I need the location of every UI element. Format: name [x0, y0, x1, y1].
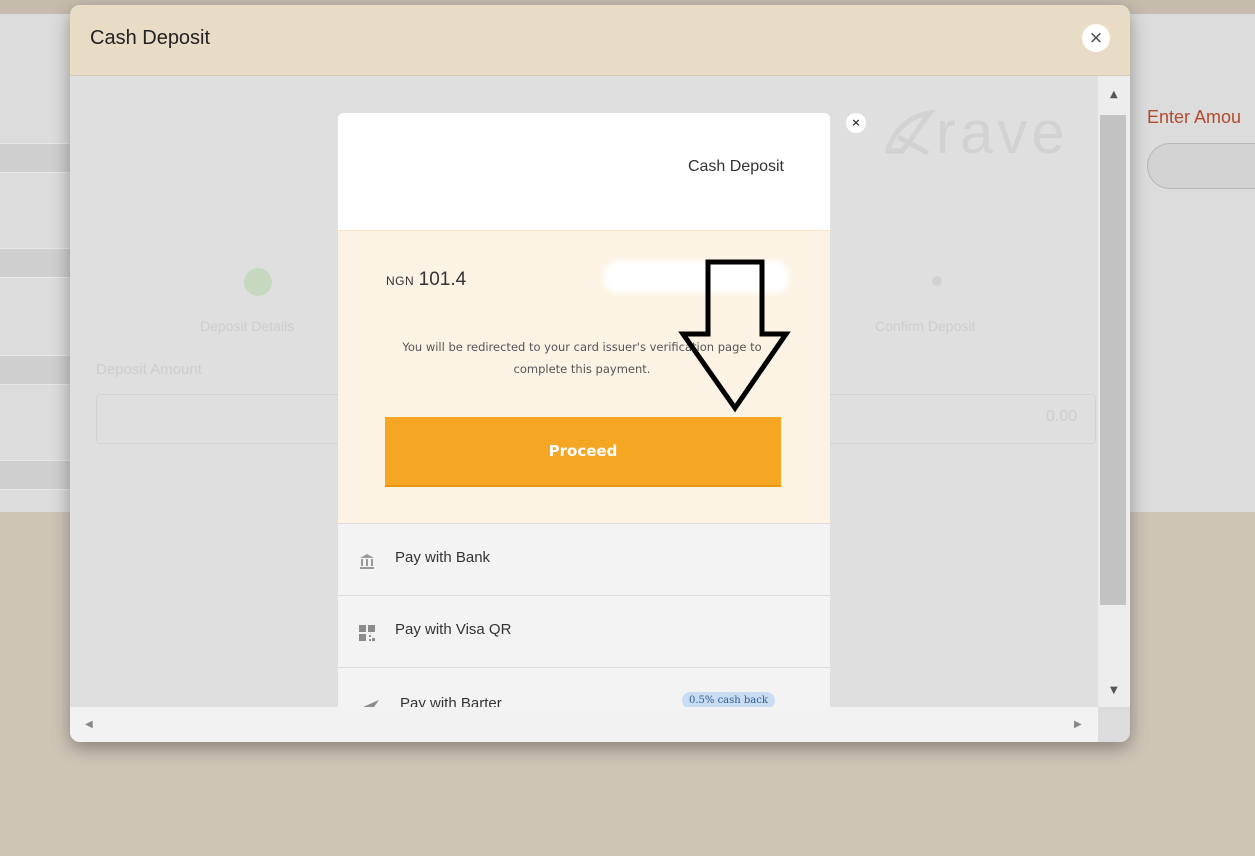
qr-code-icon: [359, 625, 375, 641]
modal-title: Cash Deposit: [90, 27, 211, 49]
deposit-amount-label: Deposit Amount: [96, 361, 202, 378]
payment-amount: NGN 101.4: [386, 269, 466, 291]
payment-methods-list: Pay with Bank Pay with Visa QR Pay with …: [338, 523, 830, 707]
vertical-scroll-thumb[interactable]: [1100, 115, 1126, 605]
scrollbar-corner: [1098, 707, 1130, 742]
deposit-amount-value: 0.00: [1046, 408, 1078, 425]
background-list-row: [0, 248, 70, 278]
scroll-left-arrow-icon[interactable]: ◀: [85, 719, 93, 731]
scroll-up-arrow-icon[interactable]: ▲: [1110, 89, 1118, 101]
pay-with-bank-option[interactable]: Pay with Bank: [338, 523, 830, 595]
step-deposit-details: Deposit Details: [200, 318, 295, 334]
horizontal-scrollbar[interactable]: [70, 707, 1098, 742]
rave-logo-icon: [884, 109, 936, 156]
barter-icon: [363, 700, 379, 707]
pay-with-bank-label: Pay with Bank: [395, 549, 491, 566]
rave-logo-text: rave: [936, 99, 1069, 166]
background-list-row: [0, 143, 70, 173]
step-complete-icon: [244, 268, 272, 296]
payment-section: NGN 101.4 You will be redirected to your…: [338, 230, 830, 523]
proceed-button[interactable]: Proceed: [385, 417, 781, 487]
bank-icon: [360, 554, 374, 569]
redacted-area: [604, 261, 789, 293]
rave-payment-card: Cash Deposit NGN 101.4 You will be redir…: [338, 113, 830, 707]
amount-value: 101.4: [418, 269, 467, 290]
rave-card-header: Cash Deposit: [338, 113, 830, 230]
background-list-row: [0, 460, 70, 490]
pay-with-visa-qr-option[interactable]: Pay with Visa QR: [338, 595, 830, 667]
currency-code: NGN: [386, 274, 415, 288]
modal-close-button[interactable]: ×: [1082, 24, 1110, 52]
scroll-down-arrow-icon[interactable]: ▼: [1110, 685, 1118, 697]
enter-amount-label: Enter Amou: [1147, 107, 1242, 127]
modal-header: Cash Deposit ×: [70, 5, 1130, 76]
rave-header-title: Cash Deposit: [687, 158, 784, 175]
step-pending-icon: [932, 276, 942, 286]
background-list-row: [0, 355, 70, 385]
rave-logo: rave: [880, 98, 1069, 167]
amount-input[interactable]: [1147, 143, 1255, 189]
step-confirm-deposit: Confirm Deposit: [875, 318, 976, 334]
scroll-right-arrow-icon[interactable]: ▶: [1074, 719, 1082, 731]
pay-with-barter-label: Pay with Barter: [400, 695, 502, 707]
modal-body: Deposit Details Confirm Deposit Deposit …: [70, 76, 1098, 707]
cash-back-badge: 0.5% cash back: [682, 692, 775, 707]
rave-close-button[interactable]: ×: [846, 113, 866, 133]
pay-with-visa-qr-label: Pay with Visa QR: [395, 621, 512, 638]
redirect-message: You will be redirected to your card issu…: [402, 340, 762, 376]
pay-with-barter-option[interactable]: Pay with Barter 0.5% cash back: [338, 667, 830, 707]
background-right-panel: [1130, 20, 1255, 512]
cash-deposit-modal: Cash Deposit × Deposit Details Confirm D…: [70, 5, 1130, 742]
